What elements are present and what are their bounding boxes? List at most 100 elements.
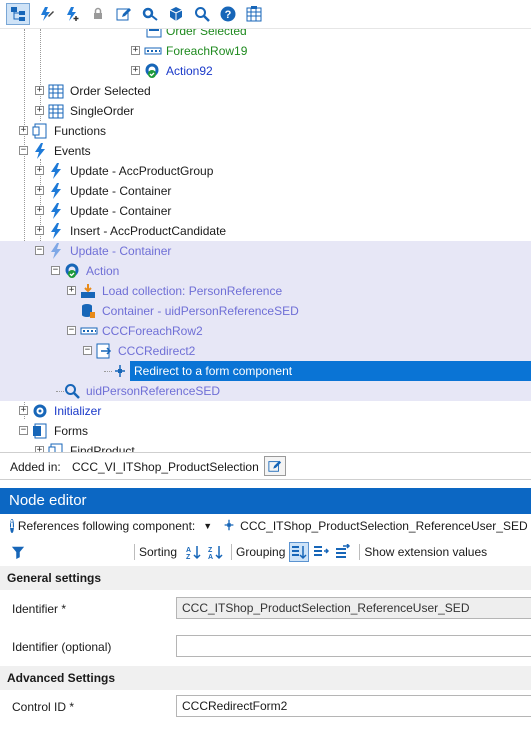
tree-node[interactable]: Order Selected [0, 29, 531, 41]
forms-icon [32, 423, 48, 439]
added-in-bar: Added in: CCC_VI_ITShop_ProductSelection [0, 452, 531, 480]
identifier-field[interactable]: CCC_ITShop_ProductSelection_ReferenceUse… [176, 597, 531, 619]
tree-node-label: Container - uidPersonReferenceSED [102, 304, 299, 318]
group-category-icon[interactable] [289, 542, 310, 562]
tree-node[interactable]: − Action [0, 261, 531, 281]
tree-node-label: ForeachRow19 [166, 44, 248, 58]
edit-module-button[interactable] [264, 456, 286, 476]
tree-node[interactable]: + Order Selected [0, 81, 531, 101]
sort-ascending-icon[interactable]: AZ [183, 542, 203, 562]
expand-icon[interactable]: + [35, 206, 44, 215]
tree-node[interactable]: + FindProduct [0, 441, 531, 452]
tree-node[interactable]: − Forms [0, 421, 531, 441]
expand-icon[interactable]: + [35, 106, 44, 115]
tree-node-label: Load collection: PersonReference [102, 284, 283, 298]
group-collapse-icon[interactable] [333, 542, 353, 562]
tree-node[interactable]: − CCCForeachRow2 [0, 321, 531, 341]
tree-node-label: CCCForeachRow2 [102, 324, 203, 338]
control-id-field[interactable]: CCCRedirectForm2 [176, 695, 531, 717]
expand-icon[interactable]: + [131, 46, 140, 55]
tree-node[interactable]: + Update - AccProductGroup [0, 161, 531, 181]
reference-link[interactable]: CCC_ITShop_ProductSelection_ReferenceUse… [240, 519, 531, 533]
tree-node-label: Events [54, 144, 91, 158]
tree-node[interactable]: + ForeachRow19 [0, 41, 531, 61]
tree-node[interactable]: + Update - Container [0, 181, 531, 201]
added-in-value: CCC_VI_ITShop_ProductSelection [72, 460, 259, 474]
expand-icon[interactable]: + [35, 226, 44, 235]
collapse-icon[interactable]: − [67, 326, 76, 335]
tree-node-label: Action [86, 264, 120, 278]
filter-icon[interactable] [8, 542, 28, 562]
expand-icon[interactable]: + [35, 166, 44, 175]
show-extension-values-toggle[interactable]: Show extension values [364, 545, 487, 559]
search-icon[interactable] [192, 4, 212, 24]
tree-node-label: Functions [54, 124, 107, 138]
lock-icon[interactable] [88, 4, 108, 24]
collapse-icon[interactable]: − [35, 246, 44, 255]
grid-icon[interactable] [244, 4, 264, 24]
chevron-down-icon[interactable]: ▼ [203, 521, 212, 531]
collapse-icon[interactable]: − [51, 266, 60, 275]
lightning-icon [48, 163, 64, 179]
grouping-label: Grouping [236, 545, 286, 559]
pencil-icon[interactable] [114, 4, 134, 24]
tree-node-label: Update - AccProductGroup [70, 164, 214, 178]
sorting-label: Sorting [139, 545, 178, 559]
tree-node[interactable]: + Insert - AccProductCandidate [0, 221, 531, 241]
control-id-label: Control ID * [12, 700, 75, 714]
sort-descending-icon[interactable]: ZA [205, 542, 225, 562]
filter-input[interactable] [32, 543, 130, 561]
references-label: References following component: [17, 519, 196, 533]
redirect-icon [96, 343, 112, 359]
search-node-icon [64, 383, 80, 399]
general-settings-header[interactable]: General settings [0, 566, 531, 590]
node-editor-title: Node editor [0, 488, 531, 514]
tree-node-label: Insert - AccProductCandidate [70, 224, 227, 238]
expand-icon[interactable]: + [131, 66, 140, 75]
tree-node-selected[interactable]: Redirect to a form component [0, 361, 531, 381]
expand-icon[interactable]: + [35, 186, 44, 195]
tree-node-label: Update - Container [70, 184, 172, 198]
help-icon[interactable]: ? [218, 4, 238, 24]
cube-icon[interactable] [166, 4, 186, 24]
svg-text:A: A [208, 554, 213, 560]
tree-node[interactable]: Container - uidPersonReferenceSED [0, 301, 531, 321]
lightning-add-icon[interactable] [62, 4, 82, 24]
tree-view-icon[interactable] [6, 3, 30, 25]
tree-node-label: Forms [54, 424, 88, 438]
expand-icon[interactable]: + [67, 286, 76, 295]
tree-node-label: Update - Container [70, 244, 172, 258]
tree-node[interactable]: + Action92 [0, 61, 531, 81]
tree-node-label: Order Selected [70, 84, 151, 98]
tree-node[interactable]: + Update - Container [0, 201, 531, 221]
tree-node-label: CCCRedirect2 [118, 344, 196, 358]
form-icon [146, 29, 162, 39]
tree-node[interactable]: uidPersonReferenceSED [0, 381, 531, 401]
tree-node[interactable]: + SingleOrder [0, 101, 531, 121]
foreach-icon [80, 323, 98, 339]
tree-node[interactable]: + Load collection: PersonReference [0, 281, 531, 301]
expand-icon[interactable]: + [19, 406, 28, 415]
lightning-icon [48, 183, 64, 199]
advanced-settings-header[interactable]: Advanced Settings [0, 666, 531, 690]
load-collection-icon [80, 283, 96, 299]
group-expand-icon[interactable] [311, 542, 331, 562]
gear-link-icon[interactable] [140, 4, 160, 24]
tree-node[interactable]: − Events [0, 141, 531, 161]
identifier-optional-field[interactable] [176, 635, 531, 657]
collapse-icon[interactable]: − [19, 146, 28, 155]
lightning-icon [48, 223, 64, 239]
tree-node[interactable]: + Functions [0, 121, 531, 141]
expand-icon[interactable]: + [35, 86, 44, 95]
foreach-icon [144, 43, 162, 59]
tree-node[interactable]: − Update - Container [0, 241, 531, 261]
tree-node[interactable]: + Initializer [0, 401, 531, 421]
collapse-icon[interactable]: − [83, 346, 92, 355]
collapse-icon[interactable]: − [19, 426, 28, 435]
svg-text:Z: Z [186, 554, 191, 560]
tree-node[interactable]: − CCCRedirect2 [0, 341, 531, 361]
lightning-edit-icon[interactable] [36, 4, 56, 24]
expand-icon[interactable]: + [19, 126, 28, 135]
selection-highlight: Redirect to a form component [130, 361, 531, 381]
main-toolbar: ? [0, 0, 531, 28]
